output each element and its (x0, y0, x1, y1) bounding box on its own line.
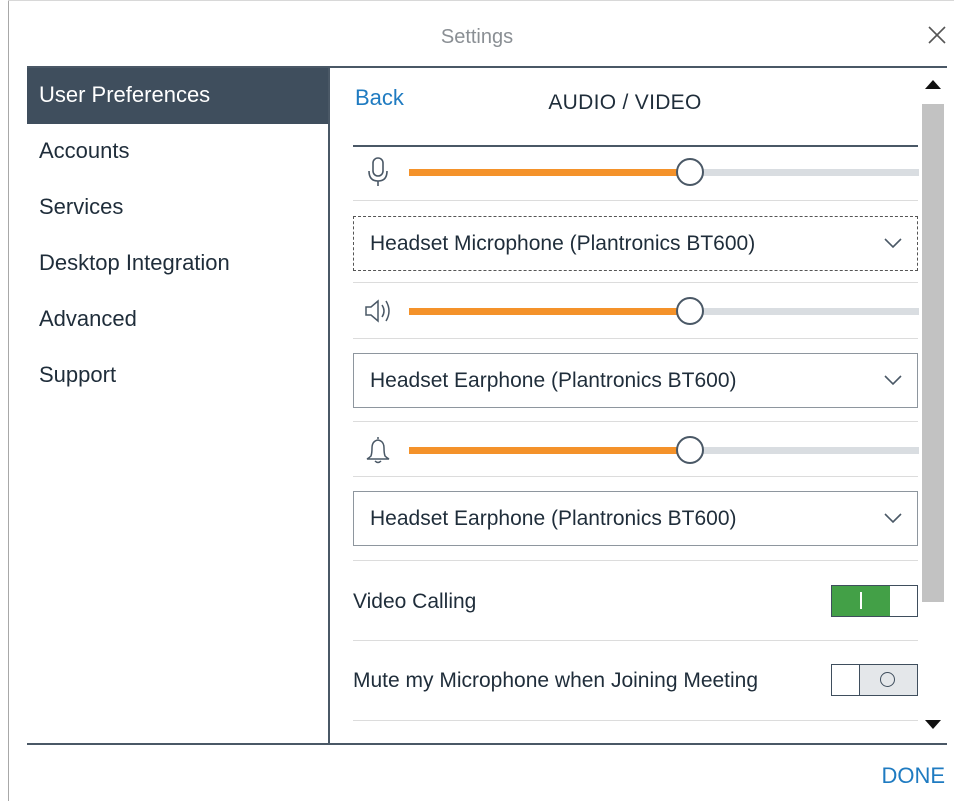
divider (353, 720, 918, 721)
close-icon[interactable] (924, 22, 950, 48)
sidebar-item-user-preferences[interactable]: User Preferences (27, 68, 328, 124)
window-top-border (8, 0, 954, 1)
ringer-volume-fill (409, 447, 690, 454)
speaker-icon (365, 299, 390, 323)
speaker-volume-fill (409, 308, 690, 315)
ringer-device-value: Headset Earphone (Plantronics BT600) (370, 507, 737, 530)
scroll-thumb[interactable] (922, 104, 944, 602)
scroll-down-arrow-icon[interactable] (925, 720, 941, 729)
microphone-volume-knob[interactable] (675, 158, 704, 186)
chevron-down-icon (884, 375, 902, 386)
microphone-volume-row (353, 152, 919, 192)
bell-icon (366, 437, 390, 464)
sidebar-item-advanced[interactable]: Advanced (27, 292, 328, 348)
video-calling-label: Video Calling (353, 590, 477, 613)
microphone-volume-fill (409, 169, 690, 176)
mute-on-join-row: Mute my Microphone when Joining Meeting (353, 662, 918, 702)
video-calling-row: Video Calling (353, 583, 918, 623)
sidebar-item-services[interactable]: Services (27, 180, 328, 236)
microphone-icon (368, 157, 388, 186)
sidebar-item-support[interactable]: Support (27, 348, 328, 404)
section-divider (353, 145, 918, 147)
window-left-border (8, 0, 9, 801)
speaker-volume-knob[interactable] (675, 297, 704, 325)
ringer-volume-knob[interactable] (675, 436, 704, 464)
section-title: AUDIO / VIDEO (548, 91, 702, 114)
dialog-title: Settings (440, 26, 514, 48)
speaker-volume-row (353, 291, 919, 331)
settings-sidebar: User Preferences Accounts Services Deskt… (27, 68, 330, 743)
ringer-device-select[interactable]: Headset Earphone (Plantronics BT600) (353, 491, 918, 546)
done-button[interactable]: DONE (881, 763, 945, 789)
audio-video-panel: Back AUDIO / VIDEO Headset Microphone (P… (330, 68, 920, 743)
speaker-device-value: Headset Earphone (Plantronics BT600) (370, 369, 737, 392)
microphone-device-value: Headset Microphone (Plantronics BT600) (370, 232, 756, 255)
video-calling-toggle[interactable] (831, 585, 918, 617)
speaker-volume-slider[interactable] (409, 297, 919, 325)
divider (353, 560, 918, 561)
chevron-down-icon (884, 238, 902, 249)
ringer-volume-slider[interactable] (409, 436, 919, 464)
ringer-volume-row (353, 430, 919, 470)
divider (353, 282, 918, 283)
divider (353, 421, 918, 422)
chevron-down-icon (884, 513, 902, 524)
mute-on-join-label: Mute my Microphone when Joining Meeting (353, 669, 759, 692)
toggle-off-indicator (859, 665, 917, 695)
divider (353, 476, 918, 477)
mute-on-join-toggle[interactable] (831, 664, 918, 696)
divider (353, 640, 918, 641)
microphone-device-select[interactable]: Headset Microphone (Plantronics BT600) (353, 216, 918, 271)
divider (353, 338, 918, 339)
content-scrollbar[interactable] (920, 68, 946, 743)
speaker-device-select[interactable]: Headset Earphone (Plantronics BT600) (353, 353, 918, 408)
divider (353, 200, 918, 201)
sidebar-item-desktop-integration[interactable]: Desktop Integration (27, 236, 328, 292)
microphone-volume-slider[interactable] (409, 158, 919, 186)
toggle-on-indicator (832, 586, 890, 616)
footer-divider (27, 743, 947, 745)
sidebar-item-accounts[interactable]: Accounts (27, 124, 328, 180)
scroll-up-arrow-icon[interactable] (925, 80, 941, 89)
